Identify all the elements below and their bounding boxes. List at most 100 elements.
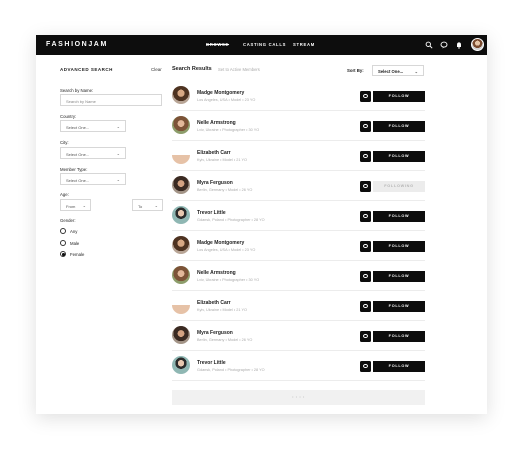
follow-button[interactable]: FOLLOW: [373, 91, 425, 102]
member-avatar[interactable]: [172, 266, 190, 284]
member-name[interactable]: Elizabeth Carr: [197, 300, 231, 306]
member-name[interactable]: Nelle Armstrong: [197, 120, 236, 126]
follow-button[interactable]: FOLLOW: [373, 301, 425, 312]
set-active-members-link[interactable]: Set to Active Members: [218, 67, 260, 72]
member-avatar[interactable]: [172, 146, 190, 164]
member-meta: Berlin, Germany • Model • 26 YO: [197, 338, 253, 342]
search-results-title: Search Results: [172, 66, 212, 72]
follow-button[interactable]: FOLLOW: [373, 331, 425, 342]
chat-icon: [362, 183, 368, 188]
result-row: Madge Montgomery Los Angeles, USA • Mode…: [172, 81, 425, 111]
age-from-value: From: [66, 203, 76, 209]
chevron-down-icon: ⌄: [414, 68, 418, 74]
member-name[interactable]: Trevor Little: [197, 210, 226, 216]
chat-icon: [362, 243, 368, 248]
chat-icon[interactable]: [440, 41, 448, 49]
result-row: Myra Ferguson Berlin, Germany • Model • …: [172, 171, 425, 201]
result-row: Trevor Little Gdansk, Poland • Photograp…: [172, 201, 425, 231]
nav-browse[interactable]: BROWSE: [206, 42, 229, 47]
message-button[interactable]: [360, 241, 371, 252]
gender-female-radio[interactable]: [60, 251, 66, 257]
gender-female-label: Female: [70, 251, 85, 257]
city-select[interactable]: Select One... ⌄: [60, 147, 126, 159]
city-select-value: Select One...: [66, 151, 90, 157]
nav-stream[interactable]: STREAM: [293, 42, 315, 47]
message-button[interactable]: [360, 121, 371, 132]
member-name[interactable]: Trevor Little: [197, 360, 226, 366]
gender-any-radio[interactable]: [60, 228, 66, 234]
country-label: Country:: [60, 114, 77, 119]
follow-button[interactable]: FOLLOW: [373, 241, 425, 252]
member-avatar[interactable]: [172, 296, 190, 314]
member-avatar[interactable]: [172, 236, 190, 254]
search-icon[interactable]: [425, 41, 433, 49]
member-name[interactable]: Elizabeth Carr: [197, 150, 231, 156]
age-label: Age:: [60, 192, 69, 197]
member-meta: Kyiv, Ukraine • Model • 21 YO: [197, 308, 247, 312]
member-name[interactable]: Myra Ferguson: [197, 330, 233, 336]
age-to-select[interactable]: To ⌄: [132, 199, 163, 211]
load-more-button[interactable]: • • • •: [172, 390, 425, 405]
message-button[interactable]: [360, 361, 371, 372]
follow-button[interactable]: FOLLOWING: [373, 181, 425, 192]
chat-icon: [362, 153, 368, 158]
chat-icon: [362, 93, 368, 98]
country-select[interactable]: Select One... ⌄: [60, 120, 126, 132]
member-name[interactable]: Nelle Armstrong: [197, 270, 236, 276]
member-type-label: Member Type:: [60, 167, 88, 172]
chevron-down-icon: ⌄: [116, 177, 120, 182]
result-row: Elizabeth Carr Kyiv, Ukraine • Model • 2…: [172, 141, 425, 171]
member-avatar[interactable]: [172, 116, 190, 134]
member-meta: Los Angeles, USA • Model • 23 YO: [197, 248, 256, 252]
chevron-down-icon: ⌄: [116, 151, 120, 156]
top-navigation-bar: FASHIONJAM BROWSE CASTING CALLS STREAM: [36, 35, 487, 55]
gender-male-label: Male: [70, 240, 80, 246]
member-name[interactable]: Madge Montgomery: [197, 240, 244, 246]
member-name[interactable]: Myra Ferguson: [197, 180, 233, 186]
member-meta: Berlin, Germany • Model • 26 YO: [197, 188, 253, 192]
gender-male-radio[interactable]: [60, 240, 66, 246]
message-button[interactable]: [360, 151, 371, 162]
sort-by-select[interactable]: Select One... ⌄: [372, 65, 424, 76]
clear-filters-link[interactable]: Clear: [151, 67, 162, 72]
follow-button[interactable]: FOLLOW: [373, 271, 425, 282]
chat-icon: [362, 363, 368, 368]
member-avatar[interactable]: [172, 86, 190, 104]
follow-button[interactable]: FOLLOW: [373, 211, 425, 222]
member-avatar[interactable]: [172, 356, 190, 374]
result-row: Trevor Little Gdansk, Poland • Photograp…: [172, 351, 425, 381]
member-type-select[interactable]: Select One... ⌄: [60, 173, 126, 185]
member-avatar[interactable]: [172, 326, 190, 344]
advanced-search-title: ADVANCED SEARCH: [60, 67, 113, 72]
sort-by-label: Sort By:: [347, 68, 364, 73]
message-button[interactable]: [360, 91, 371, 102]
message-button[interactable]: [360, 211, 371, 222]
country-select-value: Select One...: [66, 124, 90, 130]
nav-casting-calls[interactable]: CASTING CALLS: [243, 42, 286, 47]
message-button[interactable]: [360, 331, 371, 342]
follow-button[interactable]: FOLLOW: [373, 151, 425, 162]
result-row: Elizabeth Carr Kyiv, Ukraine • Model • 2…: [172, 291, 425, 321]
member-type-select-value: Select One...: [66, 177, 90, 183]
chat-icon: [362, 123, 368, 128]
follow-button[interactable]: FOLLOW: [373, 121, 425, 132]
chevron-down-icon: ⌄: [154, 203, 158, 208]
member-avatar[interactable]: [172, 176, 190, 194]
member-avatar[interactable]: [172, 206, 190, 224]
member-name[interactable]: Madge Montgomery: [197, 90, 244, 96]
logo[interactable]: FASHIONJAM: [46, 41, 108, 48]
message-button[interactable]: [360, 271, 371, 282]
user-avatar[interactable]: [471, 38, 484, 51]
result-row: Madge Montgomery Los Angeles, USA • Mode…: [172, 231, 425, 261]
member-meta: Gdansk, Poland • Photographer • 28 YO: [197, 368, 265, 372]
age-from-select[interactable]: From ⌄: [60, 199, 91, 211]
result-row: Nelle Armstrong Lviv, Ukraine • Photogra…: [172, 261, 425, 291]
message-button[interactable]: [360, 301, 371, 312]
chat-icon: [362, 273, 368, 278]
search-by-name-input[interactable]: Search by Name: [60, 94, 162, 106]
follow-button[interactable]: FOLLOW: [373, 361, 425, 372]
gender-label: Gender:: [60, 218, 76, 223]
message-button[interactable]: [360, 181, 371, 192]
bell-icon[interactable]: [455, 41, 463, 49]
member-meta: Kyiv, Ukraine • Model • 21 YO: [197, 158, 247, 162]
